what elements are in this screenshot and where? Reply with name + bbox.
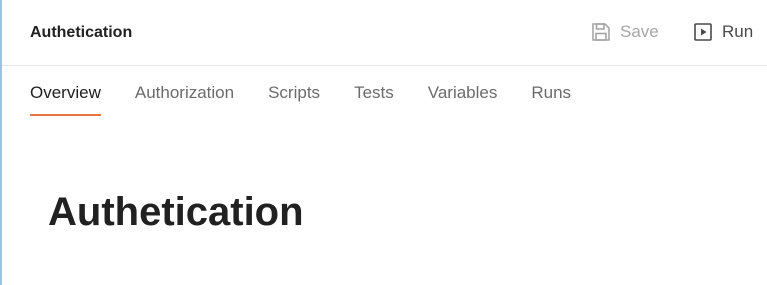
tab-tests[interactable]: Tests [354,82,394,116]
tab-variables[interactable]: Variables [428,82,498,116]
floppy-disk-icon [590,21,612,43]
tab-overview[interactable]: Overview [30,82,101,116]
save-button[interactable]: Save [590,20,659,44]
save-label: Save [620,22,659,41]
play-box-icon [692,21,714,43]
collection-title: Authetication [30,24,133,41]
tab-runs[interactable]: Runs [531,82,571,116]
run-label: Run [722,22,754,41]
tab-bar: Overview Authorization Scripts Tests Var… [30,82,605,116]
tab-authorization[interactable]: Authorization [135,82,234,116]
collection-panel: Authetication Save Run Overview Authoriz… [0,0,767,285]
tab-scripts[interactable]: Scripts [268,82,320,116]
page-title: Authetication [48,190,304,234]
run-button[interactable]: Run [692,20,753,44]
panel-header: Authetication Save Run [2,0,767,66]
